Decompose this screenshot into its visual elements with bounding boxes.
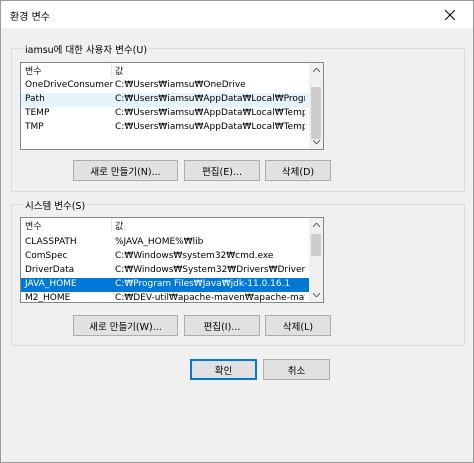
variable-value: C:₩Users₩iamsu₩AppData₩Local₩Temp <box>115 108 305 118</box>
scroll-down-button[interactable] <box>309 135 323 149</box>
column-header-variable[interactable]: 변수 <box>25 64 42 77</box>
user-edit-button[interactable]: 편집(E)... <box>184 160 260 181</box>
window-title: 환경 변수 <box>10 12 50 23</box>
close-button[interactable] <box>427 1 473 28</box>
system-new-button[interactable]: 새로 만들기(W)... <box>73 315 178 336</box>
scroll-thumb[interactable] <box>311 87 321 139</box>
chevron-down-icon <box>312 140 320 144</box>
system-delete-button[interactable]: 삭제(L) <box>265 315 331 336</box>
variable-name: ComSpec <box>25 251 68 261</box>
system-edit-button[interactable]: 편집(I)... <box>184 315 260 336</box>
ok-button[interactable]: 확인 <box>190 359 257 380</box>
list-item[interactable]: TEMP C:₩Users₩iamsu₩AppData₩Local₩Temp <box>21 107 323 121</box>
column-header-variable[interactable]: 변수 <box>25 219 42 232</box>
variable-value: %JAVA_HOME%₩lib <box>115 237 204 247</box>
list-header: 변수 값 <box>21 218 323 232</box>
variable-value: C:₩Program Files₩Java₩jdk-11.0.16.1 <box>115 279 291 289</box>
variable-name: TMP <box>25 122 44 132</box>
column-separator[interactable] <box>111 218 112 232</box>
list-item[interactable]: CLASSPATH %JAVA_HOME%₩lib <box>21 236 323 250</box>
list-header: 변수 값 <box>21 63 323 77</box>
list-item[interactable]: M2_HOME C:₩DEV-util₩apache-maven₩apache-… <box>21 292 323 303</box>
user-variables-group: iamsu에 대한 사용자 변수(U) 변수 값 OneDriveConsume… <box>11 42 465 192</box>
vertical-scrollbar[interactable] <box>309 63 323 149</box>
variable-name: DriverData <box>25 265 75 275</box>
user-variables-label: iamsu에 대한 사용자 변수(U) <box>23 42 150 56</box>
column-header-value[interactable]: 값 <box>115 64 123 77</box>
list-item[interactable]: OneDriveConsumer C:₩Users₩iamsu₩OneDrive <box>21 79 323 93</box>
variable-value: C:₩Windows₩System32₩Drivers₩DriverData <box>115 265 305 275</box>
close-icon <box>445 9 455 20</box>
variable-name: TEMP <box>25 108 50 118</box>
variable-value: C:₩Windows₩system32₩cmd.exe <box>115 251 274 261</box>
title-bar: 환경 변수 <box>1 1 473 28</box>
list-item[interactable]: DriverData C:₩Windows₩System32₩Drivers₩D… <box>21 264 323 278</box>
chevron-up-icon <box>312 223 320 227</box>
vertical-scrollbar[interactable] <box>309 218 323 302</box>
user-delete-button[interactable]: 삭제(D) <box>265 160 331 181</box>
system-variables-label: 시스템 변수(S) <box>23 198 88 212</box>
scroll-up-button[interactable] <box>309 63 323 77</box>
list-item-selected[interactable]: JAVA_HOME C:₩Program Files₩Java₩jdk-11.0… <box>21 278 323 292</box>
scroll-up-button[interactable] <box>309 218 323 232</box>
variable-name: JAVA_HOME <box>25 279 77 289</box>
column-separator[interactable] <box>111 63 112 77</box>
chevron-up-icon <box>312 68 320 72</box>
variable-name: M2_HOME <box>25 293 71 303</box>
variable-name: CLASSPATH <box>25 237 77 247</box>
cancel-button[interactable]: 취소 <box>263 359 330 380</box>
scroll-thumb[interactable] <box>311 234 321 256</box>
list-item[interactable]: ComSpec C:₩Windows₩system32₩cmd.exe <box>21 250 323 264</box>
environment-variables-dialog: 환경 변수 iamsu에 대한 사용자 변수(U) 변수 값 OneDriveC… <box>0 0 474 463</box>
user-variables-list[interactable]: 변수 값 OneDriveConsumer C:₩Users₩iamsu₩One… <box>20 62 324 150</box>
variable-name: OneDriveConsumer <box>25 80 114 90</box>
variable-value: C:₩Users₩iamsu₩OneDrive <box>115 80 246 90</box>
list-item[interactable]: TMP C:₩Users₩iamsu₩AppData₩Local₩Temp <box>21 121 323 135</box>
system-variables-list[interactable]: 변수 값 CLASSPATH %JAVA_HOME%₩lib ComSpec C… <box>20 217 324 303</box>
column-header-value[interactable]: 값 <box>115 219 123 232</box>
system-variables-group: 시스템 변수(S) 변수 값 CLASSPATH %JAVA_HOME%₩lib… <box>11 198 465 346</box>
list-item[interactable]: Path C:₩Users₩iamsu₩AppData₩Local₩Progra… <box>21 93 323 107</box>
scroll-down-button[interactable] <box>309 288 323 302</box>
variable-name: Path <box>25 94 45 104</box>
chevron-down-icon <box>312 293 320 297</box>
user-new-button[interactable]: 새로 만들기(N)... <box>73 160 178 181</box>
variable-value: C:₩DEV-util₩apache-maven₩apache-maven... <box>115 293 305 303</box>
variable-value: C:₩Users₩iamsu₩AppData₩Local₩Temp <box>115 122 305 132</box>
variable-value: C:₩Users₩iamsu₩AppData₩Local₩Programs... <box>115 94 305 104</box>
